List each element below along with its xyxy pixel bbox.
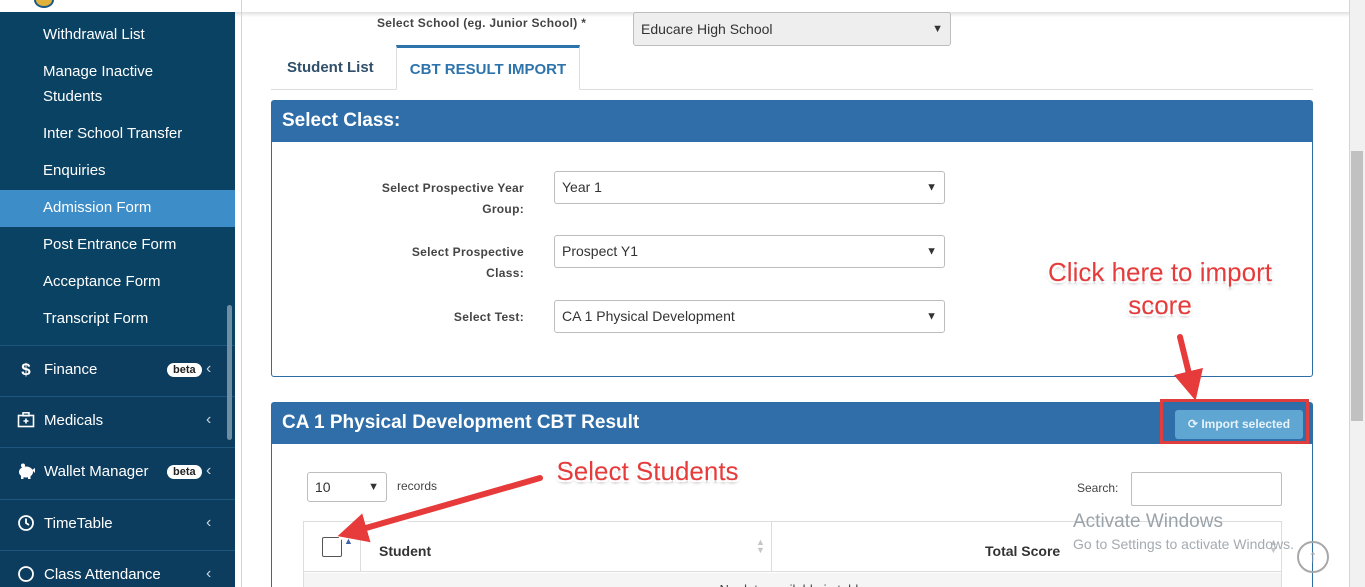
sidebar-scrollbar[interactable]	[227, 305, 232, 440]
activate-windows-subtitle: Go to Settings to activate Windows.	[1073, 536, 1294, 552]
test-value: CA 1 Physical Development	[562, 308, 735, 324]
test-label: Select Test:	[453, 310, 524, 324]
school-select-label: Select School (eg. Junior School) *	[377, 16, 587, 30]
class-label: Select Prospective Class:	[411, 245, 524, 280]
sidebar: Withdrawal List Manage Inactive Students…	[0, 0, 235, 587]
search-input[interactable]	[1131, 472, 1282, 506]
sidebar-submenu: Withdrawal List Manage Inactive Students…	[0, 12, 235, 345]
records-label: records	[397, 479, 438, 493]
page-size-value: 10	[315, 479, 331, 495]
check-circle-icon	[17, 565, 35, 585]
empty-table-message: No data available in table	[304, 573, 1281, 587]
dollar-icon: $	[21, 360, 31, 379]
sidebar-item-enquiries[interactable]: Enquiries	[43, 158, 223, 183]
clock-icon	[17, 514, 35, 534]
logo-strip	[0, 0, 235, 12]
logo	[34, 0, 54, 8]
sidebar-menu-finance[interactable]: $ Finance beta ‹	[0, 345, 235, 396]
import-hint-annotation: Click here to import score	[1048, 257, 1272, 320]
sidebar-menu-label: Medicals	[44, 412, 104, 429]
select-all-checkbox[interactable]	[322, 537, 342, 557]
sidebar-menu-label: Class Attendance	[44, 566, 161, 583]
medkit-icon	[17, 411, 35, 431]
chevron-left-icon: ‹	[206, 462, 212, 479]
chevron-left-icon: ‹	[206, 411, 212, 428]
column-divider	[360, 522, 361, 572]
chevron-left-icon: ‹	[206, 565, 212, 582]
sidebar-menu-medicals[interactable]: Medicals ‹	[0, 396, 235, 447]
sidebar-menu-timetable[interactable]: TimeTable ‹	[0, 499, 235, 550]
chevron-left-icon: ‹	[206, 514, 212, 531]
chevron-down-icon: ▼	[926, 245, 937, 257]
beta-badge: beta	[167, 363, 202, 377]
year-group-select[interactable]: Year 1 ▼	[554, 171, 945, 204]
class-value: Prospect Y1	[562, 243, 639, 259]
sidebar-item-withdrawal-list[interactable]: Withdrawal List	[43, 22, 223, 47]
sort-icon: ▲ ▼	[756, 537, 765, 555]
sidebar-item-acceptance-form[interactable]: Acceptance Form	[43, 269, 223, 294]
sidebar-menu-label: Wallet Manager	[44, 463, 149, 480]
sidebar-item-transcript-form[interactable]: Transcript Form	[43, 306, 223, 331]
page-scrollbar-thumb[interactable]	[1351, 151, 1363, 421]
sidebar-item-admission-form[interactable]: Admission Form	[43, 195, 223, 220]
year-group-value: Year 1	[562, 179, 602, 195]
sidebar-item-manage-inactive-students[interactable]: Manage Inactive Students	[43, 59, 193, 109]
column-divider	[771, 522, 772, 572]
year-group-label: Select Prospective Year Group:	[381, 181, 524, 216]
test-select[interactable]: CA 1 Physical Development ▼	[554, 300, 945, 333]
highlight-box	[1160, 399, 1309, 444]
chevron-down-icon: ▼	[368, 481, 379, 493]
school-select[interactable]: Educare High School ▼	[633, 12, 951, 46]
scroll-to-top-icon[interactable]: ↑	[1297, 541, 1329, 573]
sidebar-menu-label: Finance	[44, 361, 98, 378]
tab-cbt-result-import[interactable]: CBT RESULT IMPORT	[396, 45, 580, 90]
sidebar-menu-wallet-manager[interactable]: Wallet Manager beta ‹	[0, 447, 235, 498]
column-student[interactable]: Student	[379, 543, 431, 559]
sidebar-menu-class-attendance[interactable]: Class Attendance ‹	[0, 550, 235, 587]
chevron-left-icon: ‹	[206, 360, 212, 377]
piggy-bank-icon	[17, 462, 35, 482]
class-select[interactable]: Prospect Y1 ▼	[554, 235, 945, 268]
school-select-value: Educare High School	[641, 21, 773, 37]
page-size-select[interactable]: 10 ▼	[307, 472, 387, 502]
tab-student-list[interactable]: Student List	[287, 59, 374, 76]
cbt-result-title: CA 1 Physical Development CBT Result	[272, 403, 1312, 444]
sidebar-item-post-entrance-form[interactable]: Post Entrance Form	[43, 232, 223, 257]
activate-windows-title: Activate Windows	[1073, 511, 1223, 532]
column-total-score[interactable]: Total Score	[985, 543, 1060, 559]
beta-badge: beta	[167, 465, 202, 479]
sort-asc-icon: ▲	[344, 536, 353, 546]
chevron-down-icon: ▼	[932, 23, 943, 35]
chevron-down-icon: ▼	[926, 310, 937, 322]
sidebar-menu-label: TimeTable	[44, 515, 113, 532]
sidebar-item-inter-school-transfer[interactable]: Inter School Transfer	[43, 121, 223, 146]
select-class-title: Select Class:	[272, 101, 1312, 142]
search-label: Search:	[1077, 481, 1119, 495]
chevron-down-icon: ▼	[926, 181, 937, 193]
select-students-annotation: Select Students	[556, 456, 739, 486]
